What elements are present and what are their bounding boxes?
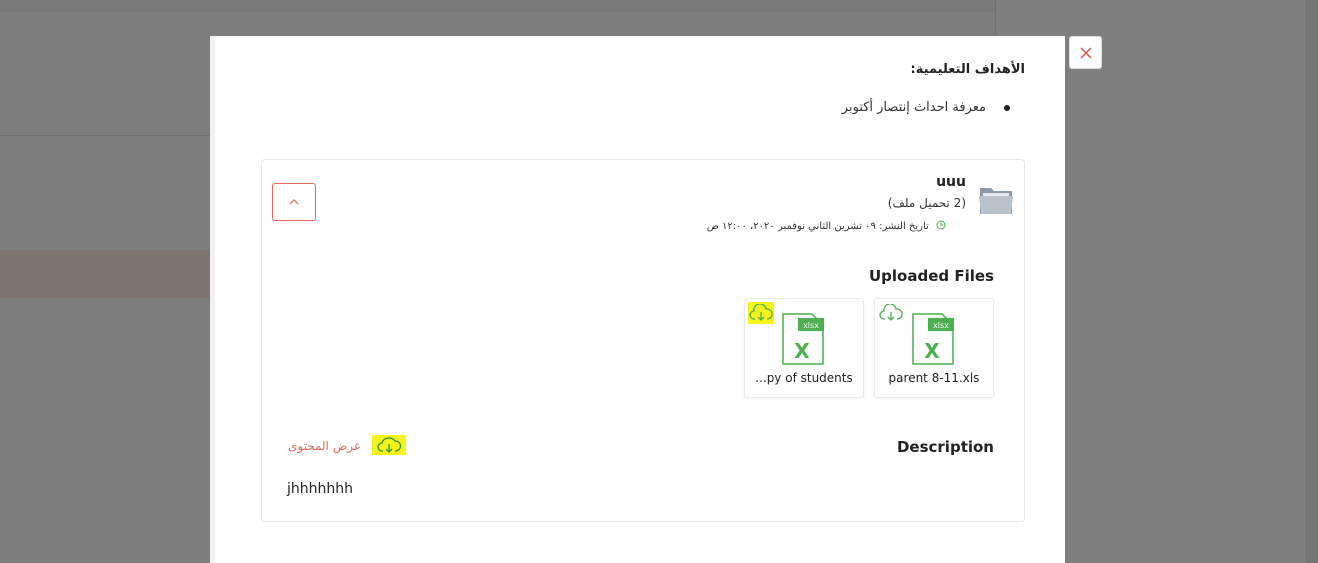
cloud-download-icon[interactable] [748,302,774,324]
view-content-link[interactable]: عرض المحتوى [288,439,361,453]
publish-date-text: تاريخ النشر: ٠٩ تشرين الثاني نوفمبر ٢٠٢٠… [706,221,929,232]
file-tile[interactable]: xlsx X parent 8-11.xls [874,298,994,398]
svg-text:X: X [924,339,940,363]
svg-text:X: X [794,339,810,363]
learning-goal-text: معرفة احداث إنتصار أكتوبر [841,100,986,115]
excel-file-icon: xlsx X [782,313,824,365]
bullet-icon [1004,104,1010,111]
collapse-button[interactable] [272,183,316,221]
file-ext-label: xlsx [933,321,949,330]
chevron-up-icon [289,199,299,205]
learning-goal-item: معرفة احداث إنتصار أكتوبر [842,100,1010,115]
clock-icon [936,220,946,230]
close-button[interactable] [1069,36,1102,69]
material-title: uuu [936,174,966,190]
file-name: parent 8-11.xls [888,371,980,385]
lesson-modal: الأهداف التعليمية: معرفة احداث إنتصار أك… [210,36,1065,563]
cloud-download-icon[interactable] [878,302,904,324]
file-ext-label: xlsx [803,321,819,330]
file-count: (2 تحميل ملف) [887,196,966,210]
folder-icon [979,188,1013,214]
cloud-download-icon[interactable] [372,435,406,455]
close-icon [1079,46,1092,59]
publish-date: تاريخ النشر: ٠٩ تشرين الثاني نوفمبر ٢٠٢٠… [707,220,946,232]
uploaded-files-title: Uploaded Files [869,267,994,285]
lesson-material-card: uuu (2 تحميل ملف) تاريخ النشر: ٠٩ تشرين … [261,159,1025,522]
description-title: Description [896,438,994,456]
learning-goals-title: الأهداف التعليمية: [910,62,1025,77]
excel-file-icon: xlsx X [912,313,954,365]
file-name: ...py of students [755,371,853,385]
file-tile[interactable]: xlsx X ...py of students [744,298,864,398]
description-text: jhhhhhhh [287,481,354,497]
